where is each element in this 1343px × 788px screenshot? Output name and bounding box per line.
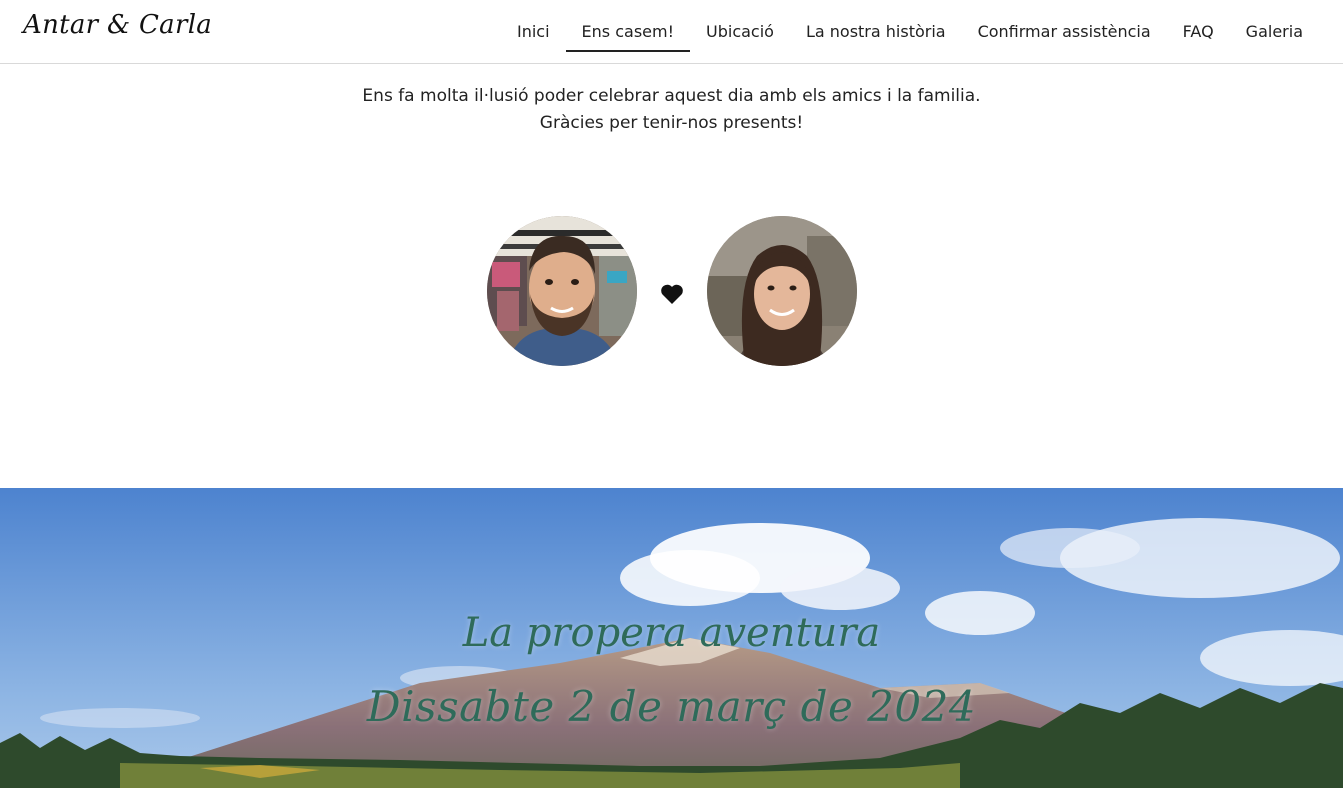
heart-icon — [661, 284, 683, 304]
bride-photo — [707, 216, 857, 366]
couple-section — [487, 216, 857, 366]
nav-nostra-historia[interactable]: La nostra història — [790, 0, 962, 63]
nav-confirmar-assistencia[interactable]: Confirmar assistència — [962, 0, 1167, 63]
groom-photo — [487, 216, 637, 366]
wedding-date: Dissabte 2 de març de 2024 — [366, 682, 977, 731]
main-nav: Inici Ens casem! Ubicació La nostra hist… — [501, 0, 1319, 63]
welcome-line-1: Ens fa molta il·lusió poder celebrar aqu… — [362, 86, 981, 106]
welcome-line-2: Gràcies per tenir-nos presents! — [539, 113, 804, 133]
nav-faq[interactable]: FAQ — [1167, 0, 1230, 63]
welcome-message: Ens fa molta il·lusió poder celebrar aqu… — [0, 83, 1343, 137]
nav-ubicacio[interactable]: Ubicació — [690, 0, 790, 63]
nav-ens-casem[interactable]: Ens casem! — [565, 0, 691, 63]
hero-banner: La propera aventura Dissabte 2 de març d… — [0, 488, 1343, 788]
hero-title: La propera aventura — [462, 610, 881, 656]
nav-galeria[interactable]: Galeria — [1230, 0, 1319, 63]
brand-logo[interactable]: Antar & Carla — [23, 10, 212, 40]
site-header: Antar & Carla Inici Ens casem! Ubicació … — [0, 0, 1343, 64]
nav-inici[interactable]: Inici — [501, 0, 566, 63]
